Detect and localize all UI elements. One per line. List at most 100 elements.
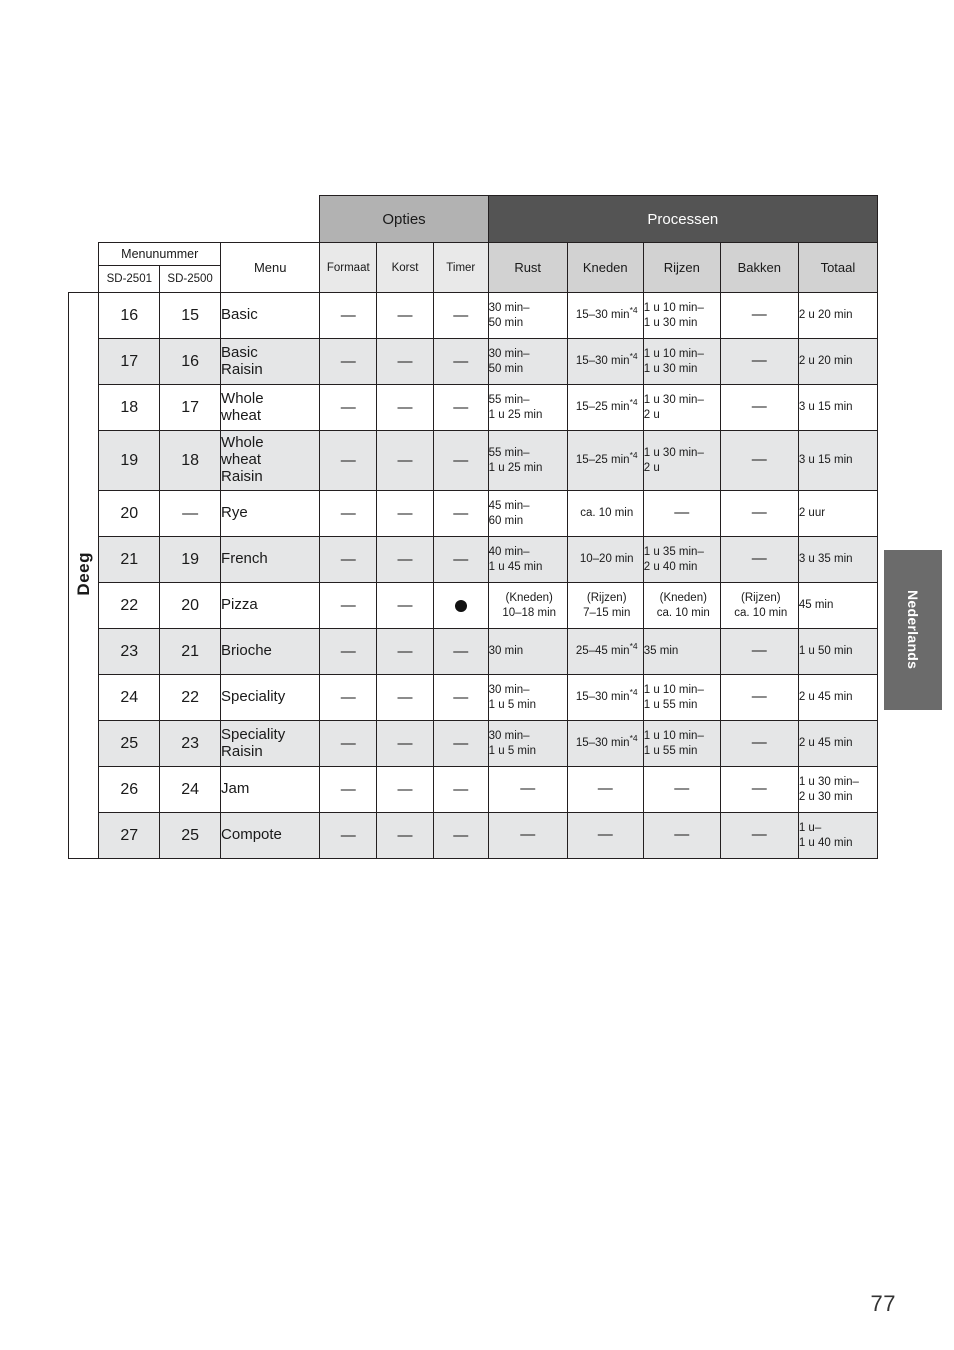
cell-korst: — [376, 766, 434, 813]
cell-rijzen: (Kneden) ca. 10 min [642, 582, 721, 629]
cell-formaat: — [319, 766, 378, 813]
cell-formaat: — [319, 338, 378, 385]
cell-bakken: — [719, 720, 799, 767]
cell-sd2500: 25 [159, 812, 222, 859]
cell-korst: — [376, 384, 434, 431]
cell-menu-name: Pizza [220, 582, 321, 629]
cell-formaat: — [319, 292, 378, 339]
cell-rust: 30 min– 1 u 5 min [487, 674, 568, 721]
cell-sd2500: — [159, 490, 222, 537]
category-label-deeg: Deeg [67, 292, 100, 859]
cell-timer: — [432, 720, 489, 767]
cell-bakken: — [719, 490, 799, 537]
cell-totaal: 45 min [797, 582, 879, 629]
cell-timer: — [432, 338, 489, 385]
cell-bakken: — [719, 536, 799, 583]
header-kneden: Kneden [566, 242, 644, 293]
cell-rijzen: 1 u 30 min– 2 u [642, 430, 721, 491]
cell-timer: — [432, 628, 489, 675]
cell-korst: — [376, 582, 434, 629]
cell-rust: 55 min– 1 u 25 min [487, 430, 568, 491]
cell-sd2500: 16 [159, 338, 222, 385]
cell-sd2500: 24 [159, 766, 222, 813]
cell-korst: — [376, 338, 434, 385]
table-row: 17 16 Basic Raisin — — —30 min– 50 min 15–30 min… [69, 338, 879, 385]
header-formaat: Formaat [319, 242, 378, 293]
cell-sd2501: 18 [98, 384, 161, 431]
footnote-marker: *4 [629, 450, 638, 461]
cell-sd2501: 24 [98, 674, 161, 721]
cell-totaal: 3 u 35 min [797, 536, 879, 583]
cell-formaat: — [319, 384, 378, 431]
cell-sd2500: 18 [159, 430, 222, 491]
cell-formaat: — [319, 720, 378, 767]
cell-rijzen: 1 u 10 min– 1 u 30 min [642, 338, 721, 385]
cell-menu-name: Brioche [220, 628, 321, 675]
cell-sd2501: 21 [98, 536, 161, 583]
cell-menu-name: Basic Raisin [220, 338, 321, 385]
cell-bakken: — [719, 384, 799, 431]
cell-korst: — [376, 292, 434, 339]
cell-sd2500: 20 [159, 582, 222, 629]
cell-sd2500: 15 [159, 292, 222, 339]
footnote-marker: *4 [629, 687, 638, 698]
cell-kneden: 10–20 min [566, 536, 644, 583]
cell-timer: — [432, 536, 489, 583]
cell-menu-name: Speciality Raisin [220, 720, 321, 767]
cell-korst: — [376, 430, 434, 491]
cell-sd2501: 20 [98, 490, 161, 537]
cell-kneden: ca. 10 min [566, 490, 644, 537]
cell-menu-name: Whole wheat Raisin [220, 430, 321, 491]
cell-kneden: 15–30 min*4 [566, 292, 644, 339]
spec-table-container: Opties Processen Menunummer Menu Formaat… [67, 195, 879, 859]
cell-korst: — [376, 674, 434, 721]
group-header-row: Opties Processen [68, 195, 879, 243]
cell-rijzen: 1 u 10 min– 1 u 55 min [642, 720, 721, 767]
cell-kneden: 15–25 min*4 [566, 384, 644, 431]
cell-totaal: 1 u 50 min [797, 628, 879, 675]
footnote-marker: *4 [629, 397, 638, 408]
cell-totaal: 2 u 45 min [797, 720, 879, 767]
cell-formaat: — [319, 812, 378, 859]
language-side-tab: Nederlands [884, 550, 942, 710]
cell-formaat: — [319, 674, 378, 721]
corner-spacer-2 [98, 195, 160, 243]
cell-sd2501: 23 [98, 628, 161, 675]
cell-rust: — [487, 812, 568, 859]
cell-sd2500: 22 [159, 674, 222, 721]
cell-rijzen: 1 u 10 min– 1 u 30 min [642, 292, 721, 339]
cell-sd2501: 17 [98, 338, 161, 385]
cell-menu-name: Compote [220, 812, 321, 859]
cell-totaal: 1 u 30 min– 2 u 30 min [797, 766, 879, 813]
cell-korst: — [376, 490, 434, 537]
footnote-marker: *4 [629, 641, 638, 652]
table-row: 27 25 Compote — — — — — — —1 u– 1 u 40 min [69, 812, 879, 859]
cell-korst: — [376, 536, 434, 583]
cell-bakken: — [719, 812, 799, 859]
header-bakken: Bakken [719, 242, 799, 293]
language-side-tab-label: Nederlands [905, 590, 921, 670]
cell-timer: — [432, 292, 489, 339]
category-label-text: Deeg [73, 552, 93, 596]
cell-rust: 55 min– 1 u 25 min [487, 384, 568, 431]
table-head: Opties Processen Menunummer Menu Formaat… [68, 195, 879, 293]
cell-menu-name: Whole wheat [220, 384, 321, 431]
table-row: 20— Rye — — —45 min– 60 min ca. 10 min — —2 uur [69, 490, 879, 537]
cell-rijzen: 1 u 35 min– 2 u 40 min [642, 536, 721, 583]
cell-sd2500: 19 [159, 536, 222, 583]
cell-rust: (Kneden) 10–18 min [487, 582, 568, 629]
cell-rijzen: — [642, 490, 721, 537]
table-row: 23 21 Brioche — — —30 min 25–45 min*4 35 min —1 … [69, 628, 879, 675]
table-row: 25 23 Speciality Raisin — — —30 min– 1 u 5 min 1… [69, 720, 879, 767]
cell-kneden: — [566, 766, 644, 813]
cell-menu-name: French [220, 536, 321, 583]
cell-timer: — [432, 674, 489, 721]
cell-sd2501: 16 [98, 292, 161, 339]
cell-rijzen: 1 u 10 min– 1 u 55 min [642, 674, 721, 721]
footnote-marker: *4 [629, 733, 638, 744]
cell-kneden: 15–30 min*4 [566, 338, 644, 385]
corner-spacer-5 [68, 242, 99, 266]
cell-bakken: — [719, 430, 799, 491]
cell-rust: 30 min– 1 u 5 min [487, 720, 568, 767]
cell-timer: — [432, 490, 489, 537]
